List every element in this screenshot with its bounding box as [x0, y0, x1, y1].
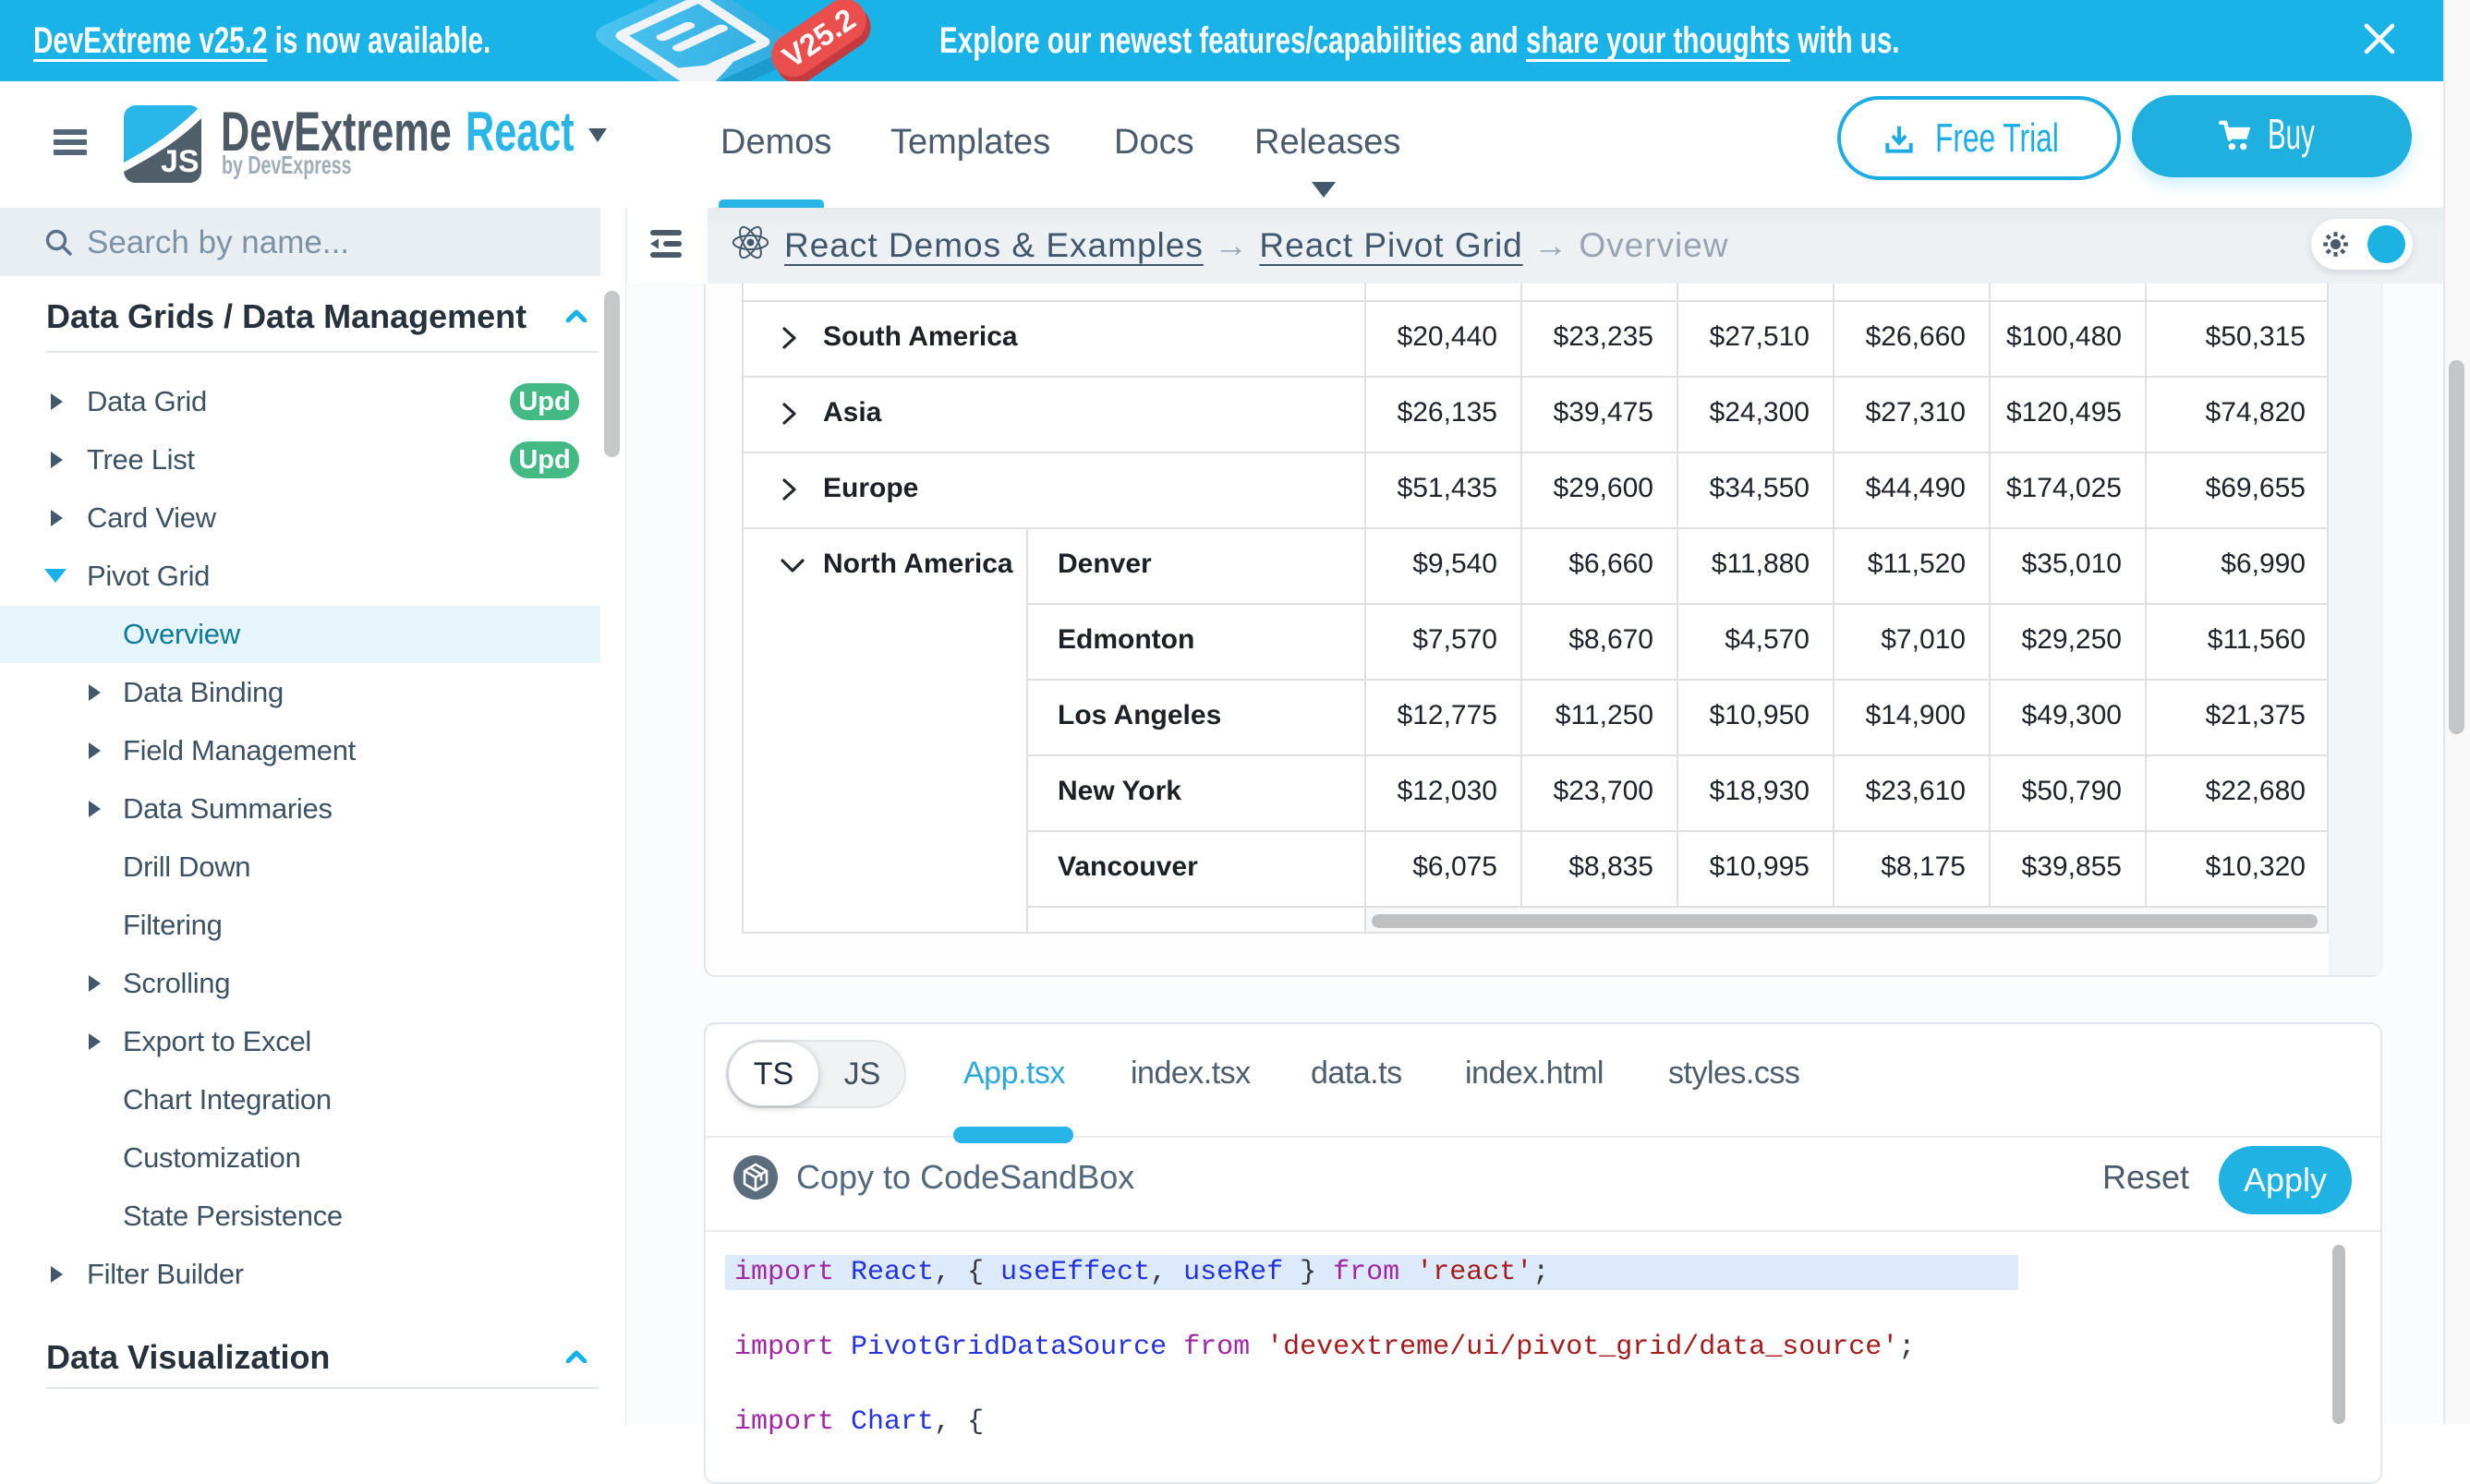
svg-text:JS: JS [161, 144, 200, 179]
